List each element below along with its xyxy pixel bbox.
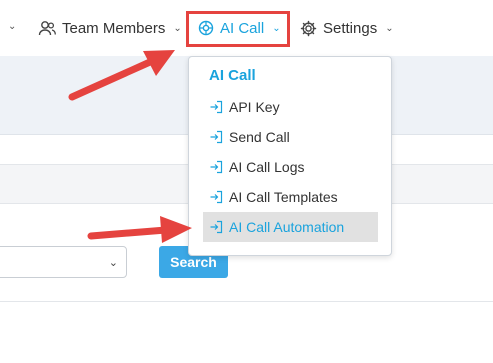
annotation-arrows <box>68 50 192 243</box>
annotation-arrow-to-ai-call <box>68 50 175 101</box>
annotation-arrow-to-automation <box>87 216 192 243</box>
